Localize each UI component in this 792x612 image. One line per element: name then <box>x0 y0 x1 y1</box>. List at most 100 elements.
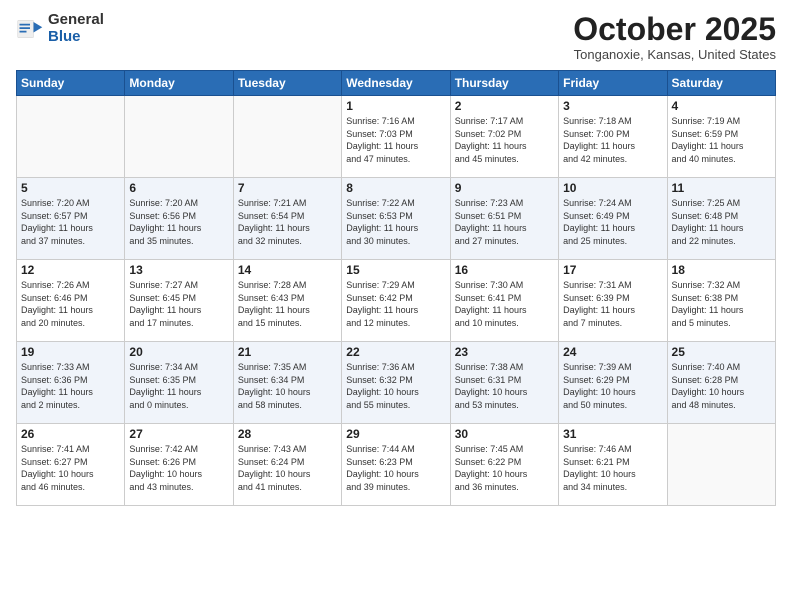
calendar-cell <box>17 96 125 178</box>
calendar-cell: 2Sunrise: 7:17 AM Sunset: 7:02 PM Daylig… <box>450 96 558 178</box>
day-info: Sunrise: 7:38 AM Sunset: 6:31 PM Dayligh… <box>455 361 554 411</box>
location: Tonganoxie, Kansas, United States <box>573 47 776 62</box>
day-info: Sunrise: 7:41 AM Sunset: 6:27 PM Dayligh… <box>21 443 120 493</box>
calendar-cell: 20 Sunrise: 7:34 AM Sunset: 6:35 PM Dayli… <box>125 342 233 424</box>
logo-blue-text: Blue <box>48 29 104 46</box>
calendar-cell: 17 Sunrise: 7:31 AM Sunset: 6:39 PM Dayli… <box>559 260 667 342</box>
day-info: Sunrise: 7:42 AM Sunset: 6:26 PM Dayligh… <box>129 443 228 493</box>
day-number: 22 <box>346 345 445 359</box>
day-number: 29 <box>346 427 445 441</box>
calendar-cell: 10 Sunrise: 7:24 AM Sunset: 6:49 PM Dayli… <box>559 178 667 260</box>
day-info: Sunrise: 7:34 AM Sunset: 6:35 PM Dayligh… <box>129 361 228 411</box>
calendar-cell: 14 Sunrise: 7:28 AM Sunset: 6:43 PM Dayli… <box>233 260 341 342</box>
day-info: Sunrise: 7:17 AM Sunset: 7:02 PM Dayligh… <box>455 115 554 165</box>
title-block: October 2025 Tonganoxie, Kansas, United … <box>573 12 776 62</box>
day-info: Sunrise: 7:25 AM Sunset: 6:48 PM Dayligh… <box>672 197 771 247</box>
day-number: 12 <box>21 263 120 277</box>
day-number: 6 <box>129 181 228 195</box>
day-number: 23 <box>455 345 554 359</box>
day-info: Sunrise: 7:21 AM Sunset: 6:54 PM Dayligh… <box>238 197 337 247</box>
day-info: Sunrise: 7:24 AM Sunset: 6:49 PM Dayligh… <box>563 197 662 247</box>
day-number: 21 <box>238 345 337 359</box>
day-number: 7 <box>238 181 337 195</box>
day-number: 19 <box>21 345 120 359</box>
calendar-week-row: 26 Sunrise: 7:41 AM Sunset: 6:27 PM Dayli… <box>17 424 776 506</box>
day-info: Sunrise: 7:46 AM Sunset: 6:21 PM Dayligh… <box>563 443 662 493</box>
day-number: 30 <box>455 427 554 441</box>
calendar-table: SundayMondayTuesdayWednesdayThursdayFrid… <box>16 70 776 506</box>
day-info: Sunrise: 7:16 AM Sunset: 7:03 PM Dayligh… <box>346 115 445 165</box>
calendar-cell <box>667 424 775 506</box>
day-header: Thursday <box>450 71 558 96</box>
calendar-cell: 13 Sunrise: 7:27 AM Sunset: 6:45 PM Dayli… <box>125 260 233 342</box>
logo-icon <box>16 15 44 43</box>
day-info: Sunrise: 7:20 AM Sunset: 6:57 PM Dayligh… <box>21 197 120 247</box>
day-info: Sunrise: 7:23 AM Sunset: 6:51 PM Dayligh… <box>455 197 554 247</box>
header: General Blue October 2025 Tonganoxie, Ka… <box>16 12 776 62</box>
header-row: SundayMondayTuesdayWednesdayThursdayFrid… <box>17 71 776 96</box>
day-number: 26 <box>21 427 120 441</box>
calendar-cell: 18Sunrise: 7:32 AM Sunset: 6:38 PM Dayli… <box>667 260 775 342</box>
day-number: 28 <box>238 427 337 441</box>
day-number: 8 <box>346 181 445 195</box>
day-info: Sunrise: 7:20 AM Sunset: 6:56 PM Dayligh… <box>129 197 228 247</box>
month-title: October 2025 <box>573 12 776 47</box>
logo-general-text: General <box>48 12 104 29</box>
day-info: Sunrise: 7:30 AM Sunset: 6:41 PM Dayligh… <box>455 279 554 329</box>
calendar-cell: 8 Sunrise: 7:22 AM Sunset: 6:53 PM Daylig… <box>342 178 450 260</box>
day-info: Sunrise: 7:39 AM Sunset: 6:29 PM Dayligh… <box>563 361 662 411</box>
day-info: Sunrise: 7:18 AM Sunset: 7:00 PM Dayligh… <box>563 115 662 165</box>
calendar-cell: 21Sunrise: 7:35 AM Sunset: 6:34 PM Dayli… <box>233 342 341 424</box>
calendar-cell: 29Sunrise: 7:44 AM Sunset: 6:23 PM Dayli… <box>342 424 450 506</box>
day-info: Sunrise: 7:29 AM Sunset: 6:42 PM Dayligh… <box>346 279 445 329</box>
day-info: Sunrise: 7:28 AM Sunset: 6:43 PM Dayligh… <box>238 279 337 329</box>
calendar-week-row: 1 Sunrise: 7:16 AM Sunset: 7:03 PM Daylig… <box>17 96 776 178</box>
calendar-cell: 1 Sunrise: 7:16 AM Sunset: 7:03 PM Daylig… <box>342 96 450 178</box>
calendar-cell: 6 Sunrise: 7:20 AM Sunset: 6:56 PM Daylig… <box>125 178 233 260</box>
calendar-cell: 27Sunrise: 7:42 AM Sunset: 6:26 PM Dayli… <box>125 424 233 506</box>
day-number: 1 <box>346 99 445 113</box>
day-header: Friday <box>559 71 667 96</box>
day-number: 3 <box>563 99 662 113</box>
calendar-cell: 28 Sunrise: 7:43 AM Sunset: 6:24 PM Dayli… <box>233 424 341 506</box>
day-info: Sunrise: 7:27 AM Sunset: 6:45 PM Dayligh… <box>129 279 228 329</box>
calendar-cell: 24Sunrise: 7:39 AM Sunset: 6:29 PM Dayli… <box>559 342 667 424</box>
calendar-week-row: 12 Sunrise: 7:26 AM Sunset: 6:46 PM Dayli… <box>17 260 776 342</box>
day-number: 11 <box>672 181 771 195</box>
calendar-cell: 12 Sunrise: 7:26 AM Sunset: 6:46 PM Dayli… <box>17 260 125 342</box>
logo: General Blue <box>16 12 104 45</box>
calendar-cell: 16Sunrise: 7:30 AM Sunset: 6:41 PM Dayli… <box>450 260 558 342</box>
day-info: Sunrise: 7:31 AM Sunset: 6:39 PM Dayligh… <box>563 279 662 329</box>
calendar-cell: 11 Sunrise: 7:25 AM Sunset: 6:48 PM Dayli… <box>667 178 775 260</box>
calendar-cell: 9 Sunrise: 7:23 AM Sunset: 6:51 PM Daylig… <box>450 178 558 260</box>
day-number: 31 <box>563 427 662 441</box>
day-number: 25 <box>672 345 771 359</box>
calendar-week-row: 5 Sunrise: 7:20 AM Sunset: 6:57 PM Daylig… <box>17 178 776 260</box>
day-number: 9 <box>455 181 554 195</box>
calendar-page: General Blue October 2025 Tonganoxie, Ka… <box>0 0 792 612</box>
day-info: Sunrise: 7:33 AM Sunset: 6:36 PM Dayligh… <box>21 361 120 411</box>
calendar-cell: 7 Sunrise: 7:21 AM Sunset: 6:54 PM Daylig… <box>233 178 341 260</box>
calendar-cell: 23 Sunrise: 7:38 AM Sunset: 6:31 PM Dayli… <box>450 342 558 424</box>
day-number: 15 <box>346 263 445 277</box>
day-header: Monday <box>125 71 233 96</box>
day-info: Sunrise: 7:22 AM Sunset: 6:53 PM Dayligh… <box>346 197 445 247</box>
calendar-cell: 25 Sunrise: 7:40 AM Sunset: 6:28 PM Dayli… <box>667 342 775 424</box>
calendar-cell: 15 Sunrise: 7:29 AM Sunset: 6:42 PM Dayli… <box>342 260 450 342</box>
calendar-cell: 31 Sunrise: 7:46 AM Sunset: 6:21 PM Dayli… <box>559 424 667 506</box>
day-number: 13 <box>129 263 228 277</box>
day-info: Sunrise: 7:26 AM Sunset: 6:46 PM Dayligh… <box>21 279 120 329</box>
day-number: 5 <box>21 181 120 195</box>
day-info: Sunrise: 7:19 AM Sunset: 6:59 PM Dayligh… <box>672 115 771 165</box>
day-header: Tuesday <box>233 71 341 96</box>
calendar-cell <box>233 96 341 178</box>
calendar-cell: 22Sunrise: 7:36 AM Sunset: 6:32 PM Dayli… <box>342 342 450 424</box>
day-number: 17 <box>563 263 662 277</box>
day-number: 10 <box>563 181 662 195</box>
calendar-cell: 4Sunrise: 7:19 AM Sunset: 6:59 PM Daylig… <box>667 96 775 178</box>
day-info: Sunrise: 7:40 AM Sunset: 6:28 PM Dayligh… <box>672 361 771 411</box>
day-number: 14 <box>238 263 337 277</box>
day-number: 20 <box>129 345 228 359</box>
day-info: Sunrise: 7:43 AM Sunset: 6:24 PM Dayligh… <box>238 443 337 493</box>
calendar-cell: 3 Sunrise: 7:18 AM Sunset: 7:00 PM Daylig… <box>559 96 667 178</box>
